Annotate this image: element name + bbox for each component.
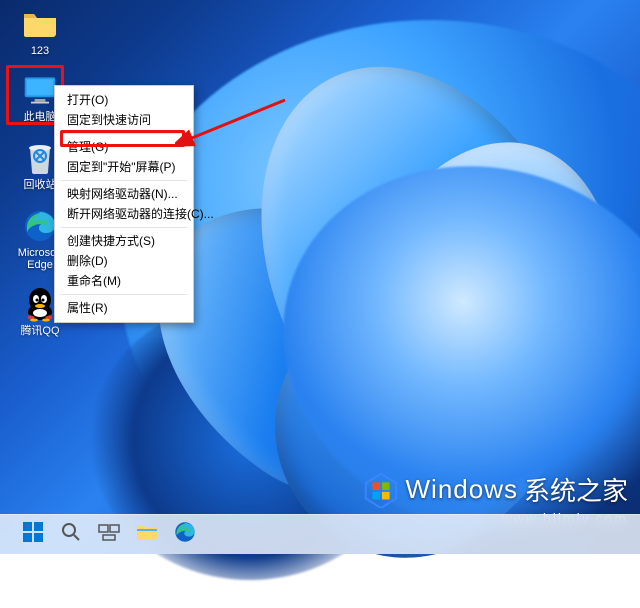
context-menu-item[interactable]: 创建快捷方式(S) [55, 231, 193, 251]
context-menu-item[interactable]: 固定到快速访问 [55, 110, 193, 130]
edge-icon [174, 521, 196, 548]
context-menu-separator [61, 227, 187, 228]
search-button[interactable] [54, 518, 88, 552]
edge-button[interactable] [168, 518, 202, 552]
annotation-highlight-manage [60, 130, 185, 147]
recycle-bin-icon [22, 140, 58, 176]
qq-icon [22, 286, 58, 322]
watermark-logo-icon [362, 470, 400, 508]
context-menu-separator [61, 180, 187, 181]
start-button[interactable] [16, 518, 50, 552]
context-menu: 打开(O)固定到快速访问管理(G)固定到"开始"屏幕(P)映射网络驱动器(N).… [54, 85, 194, 323]
start-icon [22, 521, 44, 548]
desktop-icon-label: 回收站 [24, 179, 57, 191]
context-menu-item[interactable]: 映射网络驱动器(N)... [55, 184, 193, 204]
context-menu-item[interactable]: 属性(R) [55, 298, 193, 318]
watermark-suffix: 系统之家 [524, 471, 628, 508]
taskbar [0, 514, 640, 554]
desktop-icon-label: 123 [31, 45, 49, 57]
context-menu-separator [61, 294, 187, 295]
edge-icon [22, 208, 58, 244]
context-menu-item[interactable]: 断开网络驱动器的连接(C)... [55, 204, 193, 224]
context-menu-item[interactable]: 打开(O) [55, 90, 193, 110]
task-view-button[interactable] [92, 518, 126, 552]
folder-123-icon [22, 6, 58, 42]
context-menu-item[interactable]: 删除(D) [55, 251, 193, 271]
watermark: Windows 系统之家 www.bjjmlv.com [362, 470, 629, 508]
context-menu-item[interactable]: 重命名(M) [55, 271, 193, 291]
desktop[interactable]: 123此电脑回收站Microsoft Edge腾讯QQ 打开(O)固定到快速访问… [0, 0, 640, 554]
file-explorer-button[interactable] [130, 518, 164, 552]
desktop-icon-folder-123[interactable]: 123 [10, 6, 70, 57]
explorer-icon [136, 523, 158, 546]
context-menu-item[interactable]: 固定到"开始"屏幕(P) [55, 157, 193, 177]
search-icon [61, 522, 81, 547]
task-view-icon [98, 522, 120, 547]
desktop-icon-label: 腾讯QQ [20, 325, 59, 337]
watermark-brand: Windows [406, 474, 518, 505]
